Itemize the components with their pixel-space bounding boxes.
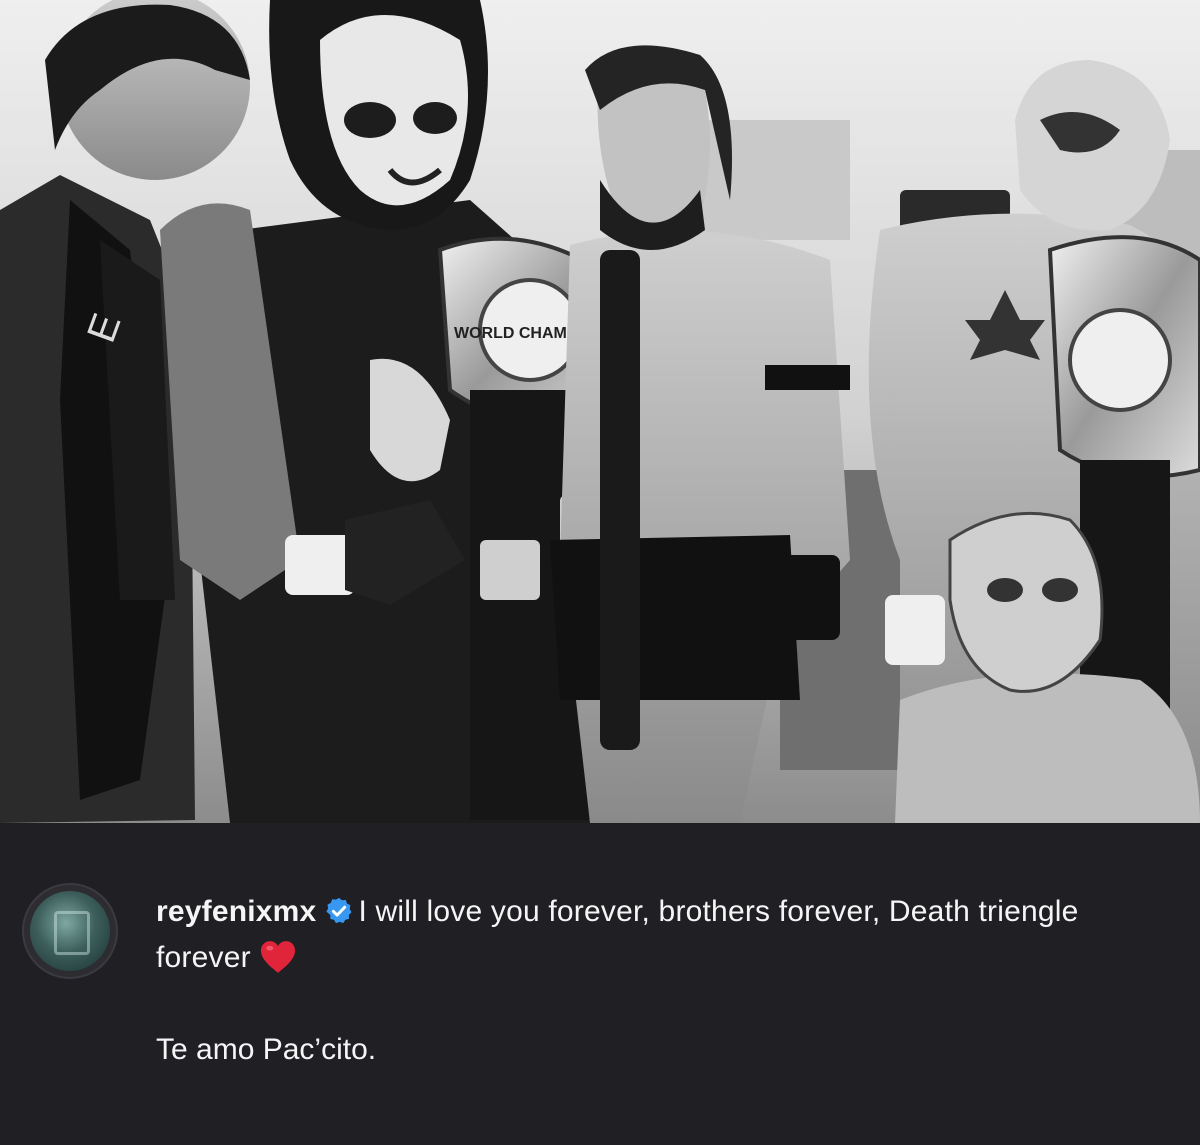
verified-badge-icon — [326, 897, 352, 924]
post-photo[interactable]: E WORLD CHAMPION — [0, 0, 1200, 823]
caption: reyfenixmx I will love you forever, broth… — [156, 889, 1146, 981]
caption-second-paragraph: Te amo Pac’cito. — [156, 1033, 377, 1066]
avatar-ring[interactable] — [22, 883, 118, 979]
username-link[interactable]: reyfenixmx — [156, 895, 316, 928]
red-heart-icon — [260, 941, 295, 973]
avatar[interactable] — [30, 891, 110, 971]
caption-area: reyfenixmx I will love you forever, broth… — [0, 823, 1200, 1145]
post-photo-illustration: E WORLD CHAMPION — [0, 0, 1200, 823]
